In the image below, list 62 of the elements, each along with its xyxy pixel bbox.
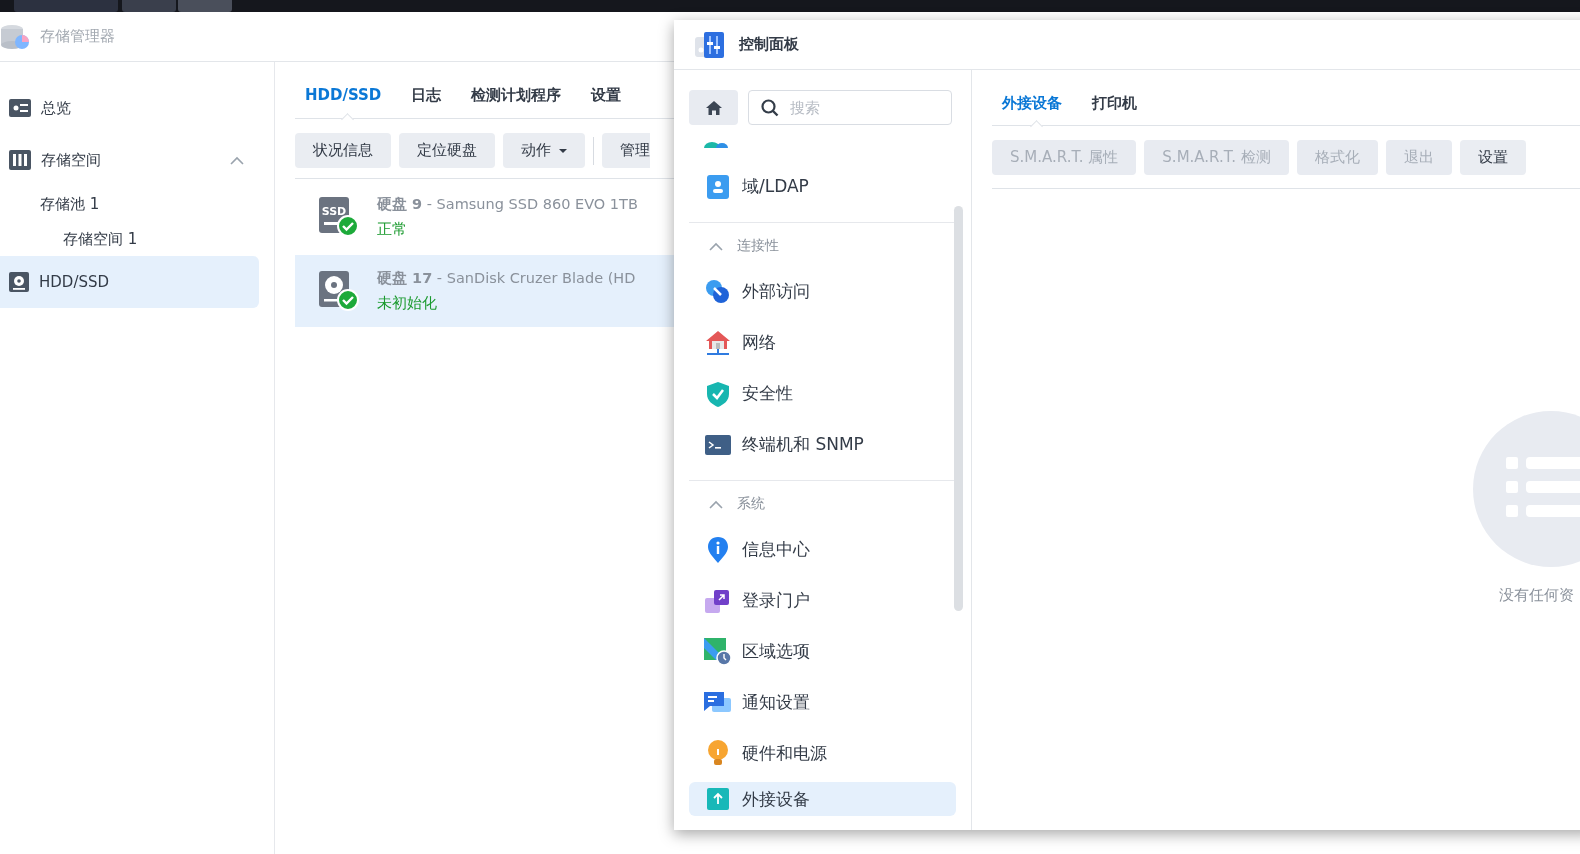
toolbar-button[interactable]: 定位硬盘 [399,133,495,168]
nav-item[interactable]: 信息中心 [689,524,956,575]
sidebar-item[interactable]: 存储空间 [0,134,259,186]
disk-name: 硬盘 17 - SanDisk Cruzer Blade (HD [377,269,636,288]
link-icon [705,278,731,305]
toolbar-button[interactable]: 设置 [1459,140,1526,175]
sidebar-item[interactable]: HDD/SSD [0,256,259,308]
nav-item[interactable]: 硬件和电源 [689,728,956,779]
disk-drive-icon [9,272,29,292]
taskbar-tab[interactable] [178,0,232,12]
sidebar-item[interactable]: 存储空间 1 [0,222,259,256]
home-icon [704,99,723,116]
tab[interactable]: 设置 [576,74,637,118]
disk-row[interactable]: SSD 硬盘 9 - Samsung SSD 860 EVO 1TB 正常 [295,181,674,253]
nav-item[interactable]: 外接设备 [689,782,956,816]
nav-item[interactable]: 终端机和 SNMP [689,419,956,470]
chevron-up-icon [709,241,723,251]
nav-item[interactable]: 域/LDAP [689,161,956,212]
chevron-up-icon [709,499,723,509]
contact-card-icon [707,174,729,199]
light-bulb-icon [707,739,729,768]
sidebar-item[interactable]: 存储池 1 [0,186,259,222]
storage-cylinder-icon [0,22,30,51]
window-title: 控制面板 [739,35,799,54]
toolbar-button[interactable]: 状况信息 [295,133,391,168]
overview-icon [9,99,31,117]
status-text: 正常 [377,220,408,239]
info-pin-icon [707,535,729,564]
empty-message: 没有任何资 [1499,586,1574,605]
sidebar-item[interactable]: 总览 [0,82,259,134]
terminal-icon [705,434,731,455]
search-field[interactable]: 搜索 [748,90,952,125]
nav-item[interactable]: 外部访问 [689,266,956,317]
upload-square-icon [707,788,729,810]
storage-bars-icon [9,150,31,170]
nav-item[interactable]: 网络 [689,317,956,368]
tab[interactable]: 打印机 [1077,76,1152,125]
search-icon [761,99,779,117]
taskbar-tab[interactable] [122,0,176,12]
home-button[interactable] [689,90,738,125]
window-title: 存储管理器 [40,27,115,46]
chevron-up-icon [230,155,244,165]
dropdown-button[interactable]: 动作 [503,133,585,168]
tab[interactable]: 日志 [396,74,457,118]
nav-item[interactable]: 区域选项 [689,626,956,677]
shield-check-icon [706,380,730,407]
nav-item[interactable]: 安全性 [689,368,956,419]
caret-icon [559,148,567,153]
nav-item[interactable]: 通知设置 [689,677,956,728]
portal-squares-icon [705,587,731,614]
check-badge-icon [337,215,359,237]
map-clock-icon [704,637,732,666]
toolbar-button[interactable]: 管理 [602,133,650,168]
disk-name: 硬盘 9 - Samsung SSD 860 EVO 1TB [377,195,638,214]
nav-item[interactable]: 登录门户 [689,575,956,626]
scrollbar[interactable] [954,206,963,611]
control-panel-icon [695,30,725,59]
tab[interactable]: 检测计划程序 [456,74,577,118]
check-badge-icon [337,289,359,311]
house-network-icon [705,329,731,356]
status-text: 未初始化 [377,294,438,313]
taskbar-tab[interactable] [14,0,118,12]
